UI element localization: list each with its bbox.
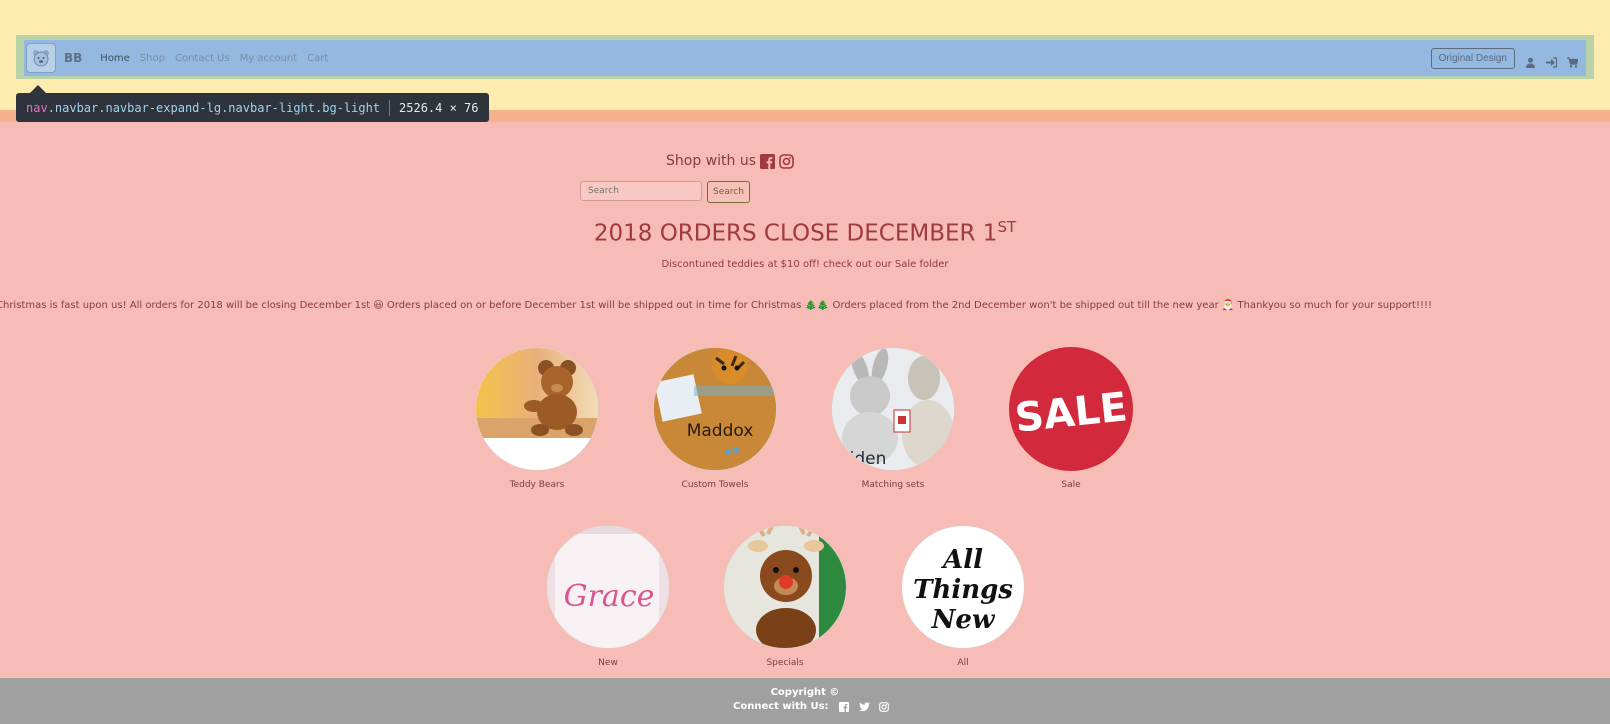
category-teddy-bears[interactable]: Teddy Bears (467, 347, 607, 490)
all-image[interactable]: All Things New (901, 525, 1025, 649)
facebook-icon[interactable] (759, 153, 775, 169)
tooltip-selector: .navbar.navbar-expand-lg.navbar-light.bg… (47, 100, 381, 115)
teddy-logo-icon[interactable] (26, 43, 56, 73)
category-label[interactable]: New (538, 658, 678, 668)
connect-with-us-label: Connect with Us: (733, 701, 829, 712)
category-label[interactable]: Specials (715, 658, 855, 668)
instagram-icon[interactable] (878, 701, 889, 712)
copyright-text: Copyright © (770, 687, 840, 698)
category-label[interactable]: Sale (1001, 480, 1141, 490)
category-custom-towels[interactable]: Maddox Custom Towels (645, 347, 785, 490)
shop-with-us: Shop with us (0, 153, 1610, 169)
category-new[interactable]: Grace New (538, 525, 678, 668)
nav-link-contact-us[interactable]: Contact Us (175, 53, 230, 64)
devtools-tooltip: nav .navbar.navbar-expand-lg.navbar-ligh… (16, 93, 489, 122)
nav-links: Home Shop Contact Us My account Cart (100, 53, 338, 64)
all-line-2: Things (913, 575, 1013, 605)
tooltip-dimensions: 2526.4 × 76 (399, 100, 479, 115)
all-line-3: New (931, 605, 996, 635)
towel-name-text: Maddox (687, 421, 754, 441)
user-icon[interactable] (1525, 53, 1536, 68)
nav-link-my-account[interactable]: My account (240, 53, 298, 64)
category-label[interactable]: All (893, 658, 1033, 668)
category-label[interactable]: Custom Towels (645, 480, 785, 490)
custom-towels-image[interactable]: Maddox (653, 347, 777, 471)
brand-name[interactable]: BB (64, 51, 82, 65)
christmas-notice: Christmas is fast upon us! All orders fo… (0, 300, 1433, 311)
facebook-icon[interactable] (838, 701, 849, 712)
category-all[interactable]: All Things New All (893, 525, 1033, 668)
category-label[interactable]: Teddy Bears (467, 480, 607, 490)
sale-image-text: SALE (1013, 384, 1130, 442)
search-input[interactable] (580, 181, 702, 201)
navbar: BB Home Shop Contact Us My account Cart … (24, 40, 1586, 76)
twitter-icon[interactable] (858, 701, 870, 712)
cart-icon[interactable] (1567, 53, 1579, 68)
nav-link-shop[interactable]: Shop (140, 53, 165, 64)
all-line-1: All (940, 545, 983, 575)
matching-sets-image[interactable]: Aiden (831, 347, 955, 471)
nav-link-cart[interactable]: Cart (307, 53, 328, 64)
teddy-bears-image[interactable] (475, 347, 599, 471)
connect-with-us: Connect with Us: (733, 701, 889, 712)
category-label[interactable]: Matching sets (823, 480, 963, 490)
instagram-icon[interactable] (779, 153, 794, 169)
footer: Copyright © Connect with Us: (0, 678, 1610, 724)
category-specials[interactable]: Specials (715, 525, 855, 668)
new-image[interactable]: Grace (546, 525, 670, 649)
headline-superscript: ST (997, 218, 1017, 236)
devtools-tooltip-arrow (30, 85, 46, 93)
shop-with-us-text: Shop with us (666, 153, 756, 169)
original-design-button[interactable]: Original Design (1430, 47, 1515, 69)
tooltip-separator (389, 99, 391, 116)
category-sale[interactable]: SALE Sale (1001, 347, 1141, 490)
sign-in-icon[interactable] (1546, 53, 1558, 68)
nav-right: Original Design (1430, 47, 1586, 69)
sale-image[interactable]: SALE (1009, 347, 1133, 471)
page-headline: 2018 ORDERS CLOSE DECEMBER 1ST (0, 218, 1610, 247)
headline-text: 2018 ORDERS CLOSE DECEMBER 1 (593, 220, 998, 247)
tooltip-tag: nav (26, 100, 48, 115)
matching-set-name-text: Aiden (838, 449, 886, 469)
towel-grace-text: Grace (564, 579, 655, 614)
discount-text: Discontuned teddies at $10 off! check ou… (661, 259, 949, 270)
specials-image[interactable] (723, 525, 847, 649)
nav-link-home[interactable]: Home (100, 53, 130, 64)
search-button[interactable]: Search (707, 181, 750, 203)
search-form: Search (580, 181, 750, 203)
category-matching-sets[interactable]: Aiden Matching sets (823, 347, 963, 490)
